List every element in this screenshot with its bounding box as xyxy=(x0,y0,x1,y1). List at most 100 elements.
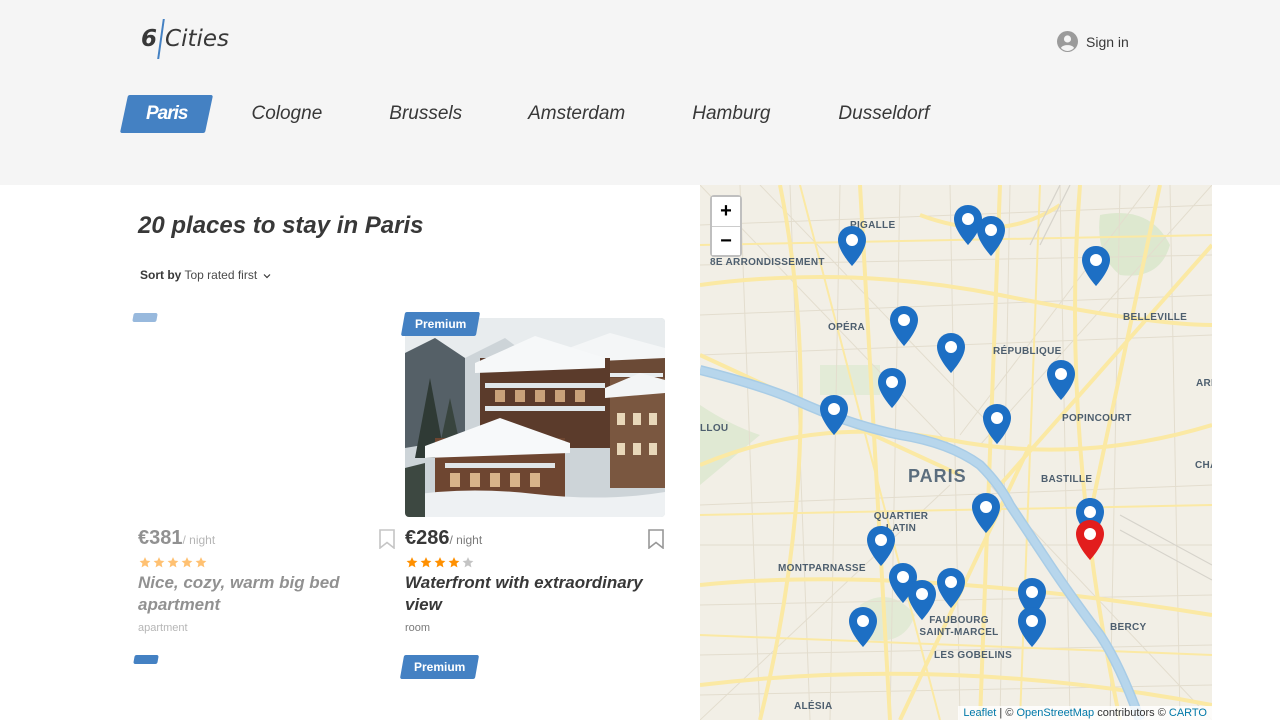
user-avatar-icon xyxy=(1057,31,1078,52)
sort-label: Sort by xyxy=(140,268,182,282)
tab-label: Hamburg xyxy=(692,103,771,124)
map-label: RÉPUBLIQUE xyxy=(993,346,1062,357)
chalet-image xyxy=(405,318,665,517)
logo-divider xyxy=(157,19,165,59)
city-tabs: Paris Cologne Brussels Amsterdam Hamburg… xyxy=(119,95,929,133)
chevron-down-icon xyxy=(263,273,270,279)
map-pin-icon[interactable] xyxy=(971,492,1001,534)
map-label: BELLEVILLE xyxy=(1123,312,1188,323)
star-icon xyxy=(434,557,446,568)
premium-badge-placeholder xyxy=(133,655,159,664)
map-pin-icon[interactable] xyxy=(907,579,937,621)
logo-number: 6 xyxy=(141,26,158,52)
tab-amsterdam[interactable]: Amsterdam xyxy=(528,103,625,125)
attribution-contributors: contributors © xyxy=(1094,707,1169,719)
card-title[interactable]: Waterfront with extraordinary view xyxy=(405,572,655,616)
carto-link[interactable]: CARTO xyxy=(1169,707,1207,719)
map-label: 8E ARRONDISSEMENT xyxy=(710,257,825,269)
card-title[interactable]: Nice, cozy, warm big bed apartment xyxy=(138,572,388,616)
map-label: OPÉRA xyxy=(828,322,866,333)
map-label: BASTILLE xyxy=(1041,474,1093,485)
star-icon xyxy=(195,557,207,568)
map-pin-icon[interactable] xyxy=(1081,245,1111,287)
map-label: POPINCOURT xyxy=(1062,413,1132,424)
premium-badge: Premium xyxy=(399,655,480,679)
sort-value[interactable]: Top rated first xyxy=(184,268,257,282)
sort-control[interactable]: Sort by Top rated first xyxy=(140,268,271,282)
premium-label: Premium xyxy=(414,660,466,674)
premium-badge: Premium xyxy=(400,312,481,336)
place-card[interactable]: €381/ night Nice, cozy, warm big bed apa… xyxy=(132,313,398,648)
place-image[interactable] xyxy=(405,318,665,517)
card-price: €381/ night xyxy=(138,527,215,550)
places-title: 20 places to stay in Paris xyxy=(138,212,424,239)
map-label-city: PARIS xyxy=(908,466,967,486)
rating-stars xyxy=(138,556,208,569)
tab-label: Paris xyxy=(146,103,188,124)
map-pin-icon[interactable] xyxy=(819,394,849,436)
map-attribution: Leaflet | © OpenStreetMap contributors ©… xyxy=(958,706,1212,720)
zoom-out-button[interactable]: − xyxy=(712,226,740,255)
map-label: LES GOBELINS xyxy=(934,650,1013,661)
price-value: €286 xyxy=(405,527,450,549)
sign-in-label: Sign in xyxy=(1086,33,1129,50)
price-unit: / night xyxy=(449,533,483,547)
leaflet-link[interactable]: Leaflet xyxy=(963,707,996,719)
tab-label: Amsterdam xyxy=(528,103,626,124)
tab-label: Brussels xyxy=(389,103,463,124)
card-type: room xyxy=(405,622,431,634)
map[interactable]: PIGALLE 8E ARRONDISSEMENT BELLEVILLE OPÉ… xyxy=(700,185,1212,720)
zoom-in-button[interactable]: + xyxy=(712,197,740,226)
sign-in-link[interactable]: Sign in xyxy=(1057,31,1129,52)
bookmark-icon[interactable] xyxy=(647,529,665,549)
star-icon xyxy=(181,557,193,568)
map-label: LLOU xyxy=(700,423,729,434)
star-icon xyxy=(462,557,474,568)
map-label: ALÉSIA xyxy=(794,701,833,712)
bookmark-icon[interactable] xyxy=(378,529,396,549)
map-label: ARRO xyxy=(1196,378,1212,389)
star-icon xyxy=(406,557,418,568)
map-pin-icon[interactable] xyxy=(837,225,867,267)
osm-link[interactable]: OpenStreetMap xyxy=(1016,707,1094,719)
map-label: MONTPARNASSE xyxy=(778,563,866,574)
map-label: CHA xyxy=(1195,460,1212,471)
rating-stars xyxy=(405,556,475,569)
tab-hamburg[interactable]: Hamburg xyxy=(692,103,770,125)
tab-label: Dusseldorf xyxy=(838,103,930,124)
map-pin-icon[interactable] xyxy=(877,367,907,409)
map-pin-icon[interactable] xyxy=(982,403,1012,445)
map-pin-icon[interactable] xyxy=(1046,359,1076,401)
price-unit: / night xyxy=(182,533,216,547)
price-value: €381 xyxy=(138,527,183,549)
map-pin-icon[interactable] xyxy=(936,332,966,374)
tab-brussels[interactable]: Brussels xyxy=(389,103,462,125)
map-label-text: 8E ARRONDISSEMENT xyxy=(710,257,825,268)
star-icon xyxy=(153,557,165,568)
logo-word: Cities xyxy=(165,26,230,52)
tab-paris[interactable]: Paris xyxy=(119,95,214,133)
tab-cologne[interactable]: Cologne xyxy=(251,103,322,125)
map-pin-icon[interactable] xyxy=(976,215,1006,257)
map-pin-active-icon[interactable] xyxy=(1075,519,1105,561)
tab-dusseldorf[interactable]: Dusseldorf xyxy=(838,103,929,125)
star-icon xyxy=(139,557,151,568)
map-pin-icon[interactable] xyxy=(1017,606,1047,648)
star-icon xyxy=(167,557,179,568)
logo[interactable]: 6 Cities xyxy=(141,18,229,60)
header: 6 Cities Sign in Paris Cologne Brussels … xyxy=(0,0,1280,185)
place-card[interactable]: Premium €286/ night Waterfront with extr… xyxy=(400,312,665,648)
map-pin-icon[interactable] xyxy=(848,606,878,648)
card-type: apartment xyxy=(138,622,188,634)
card-price: €286/ night xyxy=(405,527,482,550)
tab-label: Cologne xyxy=(251,103,323,124)
attribution-separator: | © xyxy=(996,707,1017,719)
star-icon xyxy=(420,557,432,568)
premium-badge-placeholder xyxy=(132,313,158,322)
premium-label: Premium xyxy=(415,317,467,331)
zoom-control: + − xyxy=(710,195,742,257)
map-pin-icon[interactable] xyxy=(936,567,966,609)
map-label: BERCY xyxy=(1110,622,1147,633)
map-pin-icon[interactable] xyxy=(866,525,896,567)
map-pin-icon[interactable] xyxy=(889,305,919,347)
